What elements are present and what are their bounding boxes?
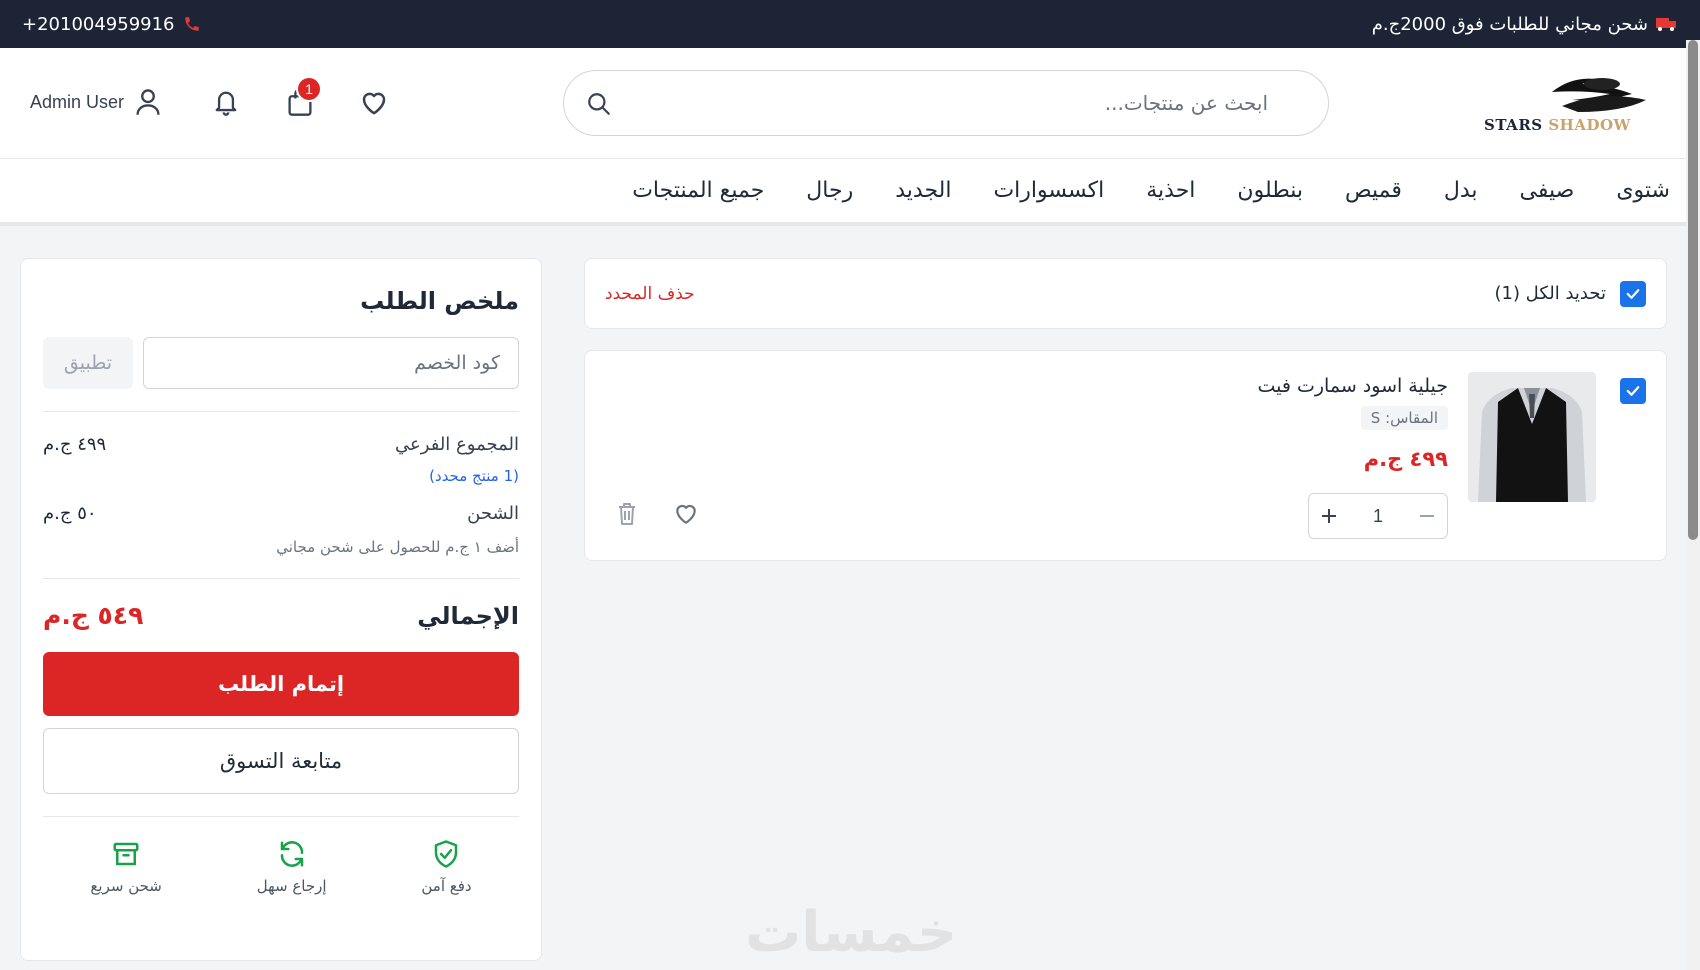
subtotal-row: المجموع الفرعي ٤٩٩ ج.م [43, 434, 519, 455]
order-summary: ملخص الطلب تطبيق المجموع الفرعي ٤٩٩ ج.م … [20, 258, 542, 961]
heart-icon[interactable] [673, 501, 699, 525]
total-label: الإجمالي [417, 601, 519, 630]
phone-icon [184, 17, 199, 31]
cart-item: جيلية اسود سمارت فيت المقاس: S ٤٩٩ ج.م 1 [584, 350, 1667, 561]
nav-item-pants[interactable]: بنطلون [1237, 178, 1303, 203]
divider [43, 411, 519, 412]
total-value: ٥٤٩ ج.م [43, 601, 144, 630]
wishlist-button[interactable] [350, 78, 398, 126]
select-all-checkbox[interactable] [1620, 280, 1646, 307]
header-actions: Admin User 1 [30, 76, 424, 126]
item-price: ٤٩٩ ج.م [1363, 447, 1448, 471]
continue-shopping-button[interactable]: متابعة التسوق [43, 728, 519, 794]
truck-icon [1656, 18, 1676, 31]
promo-text: شحن مجاني للطلبات فوق 2000ج.م [1371, 13, 1648, 35]
search-input[interactable] [628, 91, 1268, 115]
shipping-row: الشحن ٥٠ ج.م [43, 503, 519, 524]
product-image[interactable] [1468, 372, 1596, 502]
quantity-value[interactable]: 1 [1358, 506, 1398, 527]
nav-item-suits[interactable]: بدل [1444, 178, 1478, 203]
phone-contact[interactable]: +201004959916 [22, 14, 201, 35]
apply-coupon-button[interactable]: تطبيق [43, 337, 133, 389]
check-icon [1626, 386, 1640, 396]
nav-item-new[interactable]: الجديد [895, 178, 951, 203]
quantity-stepper: 1 [1308, 493, 1448, 539]
cart-button[interactable]: 1 [276, 76, 324, 126]
nav-item-all-products[interactable]: جميع المنتجات [632, 178, 764, 203]
page-scrollbar[interactable] [1686, 40, 1700, 970]
nav-item-summer[interactable]: صيفى [1520, 178, 1575, 203]
feature-secure-payment: دفع آمن [421, 839, 472, 895]
nav-item-shirts[interactable]: قميص [1345, 178, 1402, 203]
heart-icon [362, 92, 386, 115]
bell-icon [215, 91, 237, 116]
divider [43, 578, 519, 579]
nav-item-shoes[interactable]: احذية [1146, 178, 1195, 203]
nav-item-accessories[interactable]: اكسسوارات [993, 178, 1104, 203]
shipping-value: ٥٠ ج.م [43, 503, 97, 524]
cart-count-badge: 1 [296, 76, 323, 102]
search-icon[interactable] [586, 91, 612, 117]
coupon-input[interactable] [143, 337, 519, 389]
feature-label: دفع آمن [421, 877, 472, 895]
feature-label: إرجاع سهل [256, 877, 327, 895]
checkout-button[interactable]: إتمام الطلب [43, 652, 519, 716]
trash-icon[interactable] [615, 501, 639, 527]
feature-easy-return: إرجاع سهل [257, 839, 327, 895]
subtotal-value: ٤٩٩ ج.م [43, 434, 107, 455]
coupon-form: تطبيق [43, 337, 519, 389]
check-icon [1626, 288, 1640, 299]
top-bar: +201004959916 شحن مجاني للطلبات فوق 2000… [0, 0, 1700, 48]
item-name[interactable]: جيلية اسود سمارت فيت [1257, 375, 1448, 397]
total-row: الإجمالي ٥٤٩ ج.م [43, 601, 519, 630]
site-logo[interactable]: STARS SHADOW [1482, 72, 1668, 134]
feature-fast-shipping: شحن سريع [90, 839, 162, 895]
category-nav: شتوى صيفى بدل قميص بنطلون احذية اكسسوارا… [0, 159, 1700, 226]
summary-title: ملخص الطلب [360, 287, 519, 315]
item-actions [615, 501, 699, 527]
select-all-label: تحديد الكل (1) [1494, 283, 1606, 304]
search-bar [563, 70, 1329, 136]
free-shipping-note: أضف ١ ج.م للحصول على شحن مجاني [276, 538, 519, 556]
shipping-label: الشحن [467, 503, 519, 524]
site-header: STARS SHADOW Admin User 1 [0, 48, 1700, 159]
user-menu[interactable]: Admin User [30, 87, 162, 117]
minus-icon[interactable] [1417, 506, 1437, 526]
user-icon [136, 89, 160, 115]
delete-selected-button[interactable]: حذف المحدد [605, 284, 695, 304]
scrollbar-thumb[interactable] [1688, 40, 1698, 540]
item-checkbox[interactable] [1620, 378, 1646, 404]
refresh-icon [280, 841, 303, 867]
item-size: المقاس: S [1360, 406, 1448, 430]
user-name: Admin User [30, 91, 125, 112]
nav-item-men[interactable]: رجال [806, 178, 853, 203]
shield-check-icon [435, 840, 458, 868]
phone-number: +201004959916 [22, 13, 175, 35]
selected-count-note: (1 منتج محدد) [429, 467, 519, 485]
trust-features: دفع آمن إرجاع سهل شحن سريع [43, 839, 519, 895]
notifications-button[interactable] [202, 78, 250, 126]
nav-item-winter[interactable]: شتوى [1616, 178, 1670, 203]
feature-label: شحن سريع [90, 877, 162, 895]
free-shipping-promo: شحن مجاني للطلبات فوق 2000ج.م [1372, 14, 1678, 35]
watermark: خمسات [745, 900, 958, 965]
logo-text: STARS SHADOW [1484, 116, 1632, 134]
plus-icon[interactable] [1319, 506, 1339, 526]
select-all-bar: تحديد الكل (1) حذف المحدد [584, 258, 1667, 329]
divider [43, 816, 519, 817]
box-icon [113, 842, 139, 866]
subtotal-label: المجموع الفرعي [395, 434, 519, 455]
